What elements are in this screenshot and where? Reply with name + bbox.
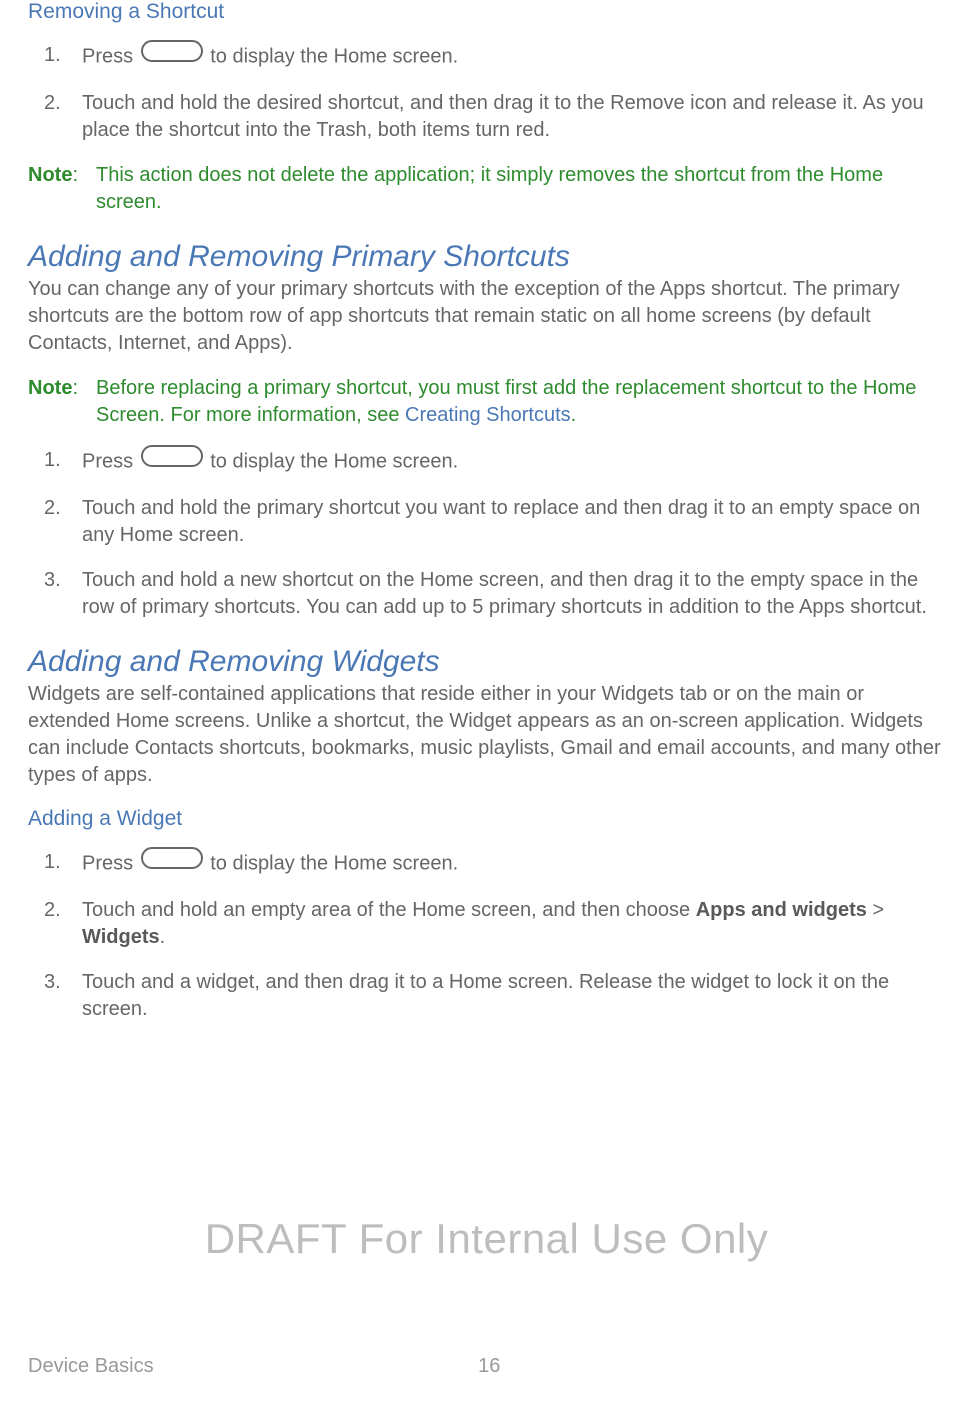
list-number: 2. — [44, 897, 61, 924]
step-text-post: to display the Home screen. — [205, 450, 458, 472]
home-button-icon — [141, 847, 203, 877]
step-text-pre: Press — [82, 45, 139, 67]
step-text-post: to display the Home screen. — [205, 45, 458, 67]
heading-removing-shortcut: Removing a Shortcut — [28, 0, 945, 24]
note-colon: : — [72, 162, 78, 189]
note-block: Note: This action does not delete the ap… — [28, 162, 945, 216]
list-number: 1. — [44, 447, 61, 474]
list-item: 1. Press to display the Home screen. — [78, 447, 945, 477]
list-number: 2. — [44, 495, 61, 522]
watermark-text: DRAFT For Internal Use Only — [0, 1215, 973, 1263]
home-button-icon — [141, 40, 203, 70]
list-item: 2. Touch and hold the primary shortcut y… — [78, 495, 945, 549]
note-label: Note — [28, 375, 72, 402]
step-text-pre: Touch and hold an empty area of the Home… — [82, 899, 696, 921]
list-number: 1. — [44, 42, 61, 69]
bold-widgets: Widgets — [82, 926, 160, 948]
step-text-pre: Press — [82, 450, 139, 472]
list-item: 2. Touch and hold the desired shortcut, … — [78, 90, 945, 144]
step-text: Touch and hold the primary shortcut you … — [82, 497, 920, 546]
note-body: Before replacing a primary shortcut, you… — [96, 375, 945, 429]
home-button-icon — [141, 445, 203, 475]
step-text: Touch and hold the desired shortcut, and… — [82, 92, 924, 141]
heading-widgets: Adding and Removing Widgets — [28, 645, 945, 679]
list-item: 3. Touch and a widget, and then drag it … — [78, 969, 945, 1023]
step-text-pre: Press — [82, 852, 139, 874]
paragraph: You can change any of your primary short… — [28, 276, 945, 357]
note-colon: : — [72, 375, 78, 402]
ordered-list: 1. Press to display the Home screen. 2. … — [28, 849, 945, 1023]
footer-page-number: 16 — [34, 1355, 945, 1378]
list-item: 1. Press to display the Home screen. — [78, 849, 945, 879]
link-creating-shortcuts[interactable]: Creating Shortcuts — [405, 404, 571, 426]
step-text-mid: > — [867, 899, 884, 921]
note-text-post: . — [571, 404, 577, 426]
list-number: 3. — [44, 969, 61, 996]
paragraph: Widgets are self-contained applications … — [28, 681, 945, 789]
step-text-post: . — [160, 926, 166, 948]
list-number: 3. — [44, 567, 61, 594]
list-number: 1. — [44, 849, 61, 876]
heading-primary-shortcuts: Adding and Removing Primary Shortcuts — [28, 240, 945, 274]
note-label: Note — [28, 162, 72, 189]
heading-adding-widget: Adding a Widget — [28, 807, 945, 831]
list-number: 2. — [44, 90, 61, 117]
note-block: Note: Before replacing a primary shortcu… — [28, 375, 945, 429]
bold-apps-widgets: Apps and widgets — [696, 899, 867, 921]
step-text: Touch and a widget, and then drag it to … — [82, 971, 889, 1020]
list-item: 2. Touch and hold an empty area of the H… — [78, 897, 945, 951]
ordered-list: 1. Press to display the Home screen. 2. … — [28, 447, 945, 621]
step-text-post: to display the Home screen. — [205, 852, 458, 874]
note-body: This action does not delete the applicat… — [96, 162, 945, 216]
list-item: 3. Touch and hold a new shortcut on the … — [78, 567, 945, 621]
page-footer: Device Basics 16 — [28, 1355, 945, 1378]
step-text: Touch and hold a new shortcut on the Hom… — [82, 569, 927, 618]
list-item: 1. Press to display the Home screen. — [78, 42, 945, 72]
document-page: Removing a Shortcut 1. Press to display … — [0, 0, 973, 1415]
ordered-list: 1. Press to display the Home screen. 2. … — [28, 42, 945, 144]
